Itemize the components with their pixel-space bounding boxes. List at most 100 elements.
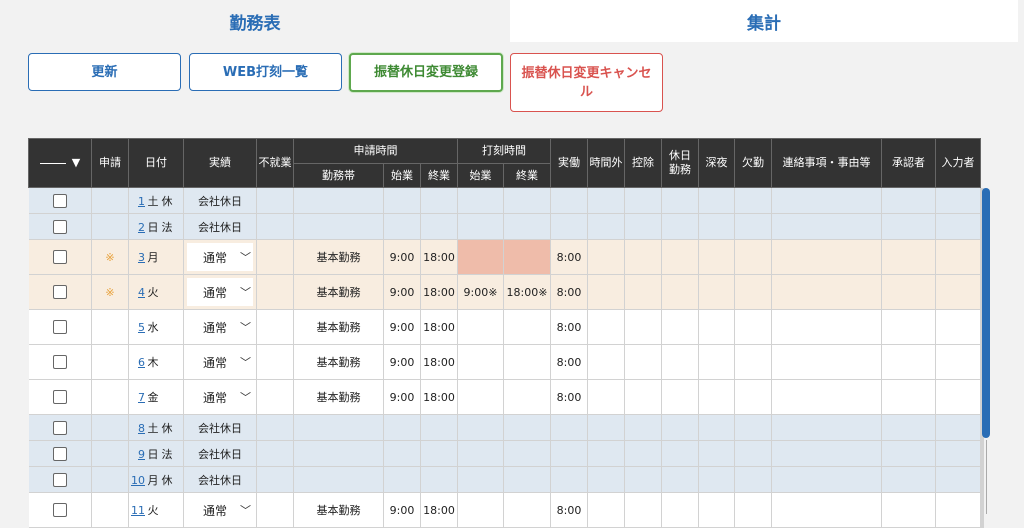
empty-cell — [550, 187, 588, 214]
result-select[interactable]: 通常 ﹀ — [187, 348, 253, 376]
row-checkbox[interactable] — [52, 420, 67, 435]
empty-cell — [457, 440, 504, 467]
actual-cell: 8:00 — [550, 239, 588, 275]
empty-cell — [624, 466, 662, 493]
punch-end-cell — [503, 344, 551, 380]
empty-cell — [771, 213, 882, 240]
header-end: 終業 — [420, 163, 458, 188]
day-link[interactable]: 9 — [129, 448, 145, 461]
row-checkbox[interactable] — [52, 320, 67, 334]
empty-cell — [771, 309, 882, 345]
register-substitute-holiday-button[interactable]: 振替休日変更登録 — [349, 53, 503, 92]
empty-cell — [734, 309, 772, 345]
table-row: 8 土休会社休日 — [28, 414, 984, 441]
row-checkbox[interactable] — [52, 390, 67, 404]
empty-cell — [624, 492, 662, 528]
result-cell: 通常 ﹀ — [183, 274, 257, 310]
chevron-down-icon[interactable]: ▼ — [72, 156, 80, 169]
web-punch-list-button[interactable]: WEB打刻一覧 — [189, 53, 342, 91]
empty-cell — [734, 492, 772, 528]
scrollbar-thumb[interactable] — [982, 188, 990, 438]
day-link[interactable]: 4 — [129, 286, 145, 299]
day-of-week: 火 — [147, 504, 159, 517]
empty-cell — [256, 213, 294, 240]
result-cell: 会社休日 — [183, 213, 257, 240]
header-apply: 申請 — [91, 138, 129, 188]
header-actual: 実働 — [550, 138, 588, 188]
empty-cell — [587, 213, 625, 240]
empty-cell — [587, 344, 625, 380]
day-link[interactable]: 5 — [129, 321, 145, 334]
punch-start-cell — [457, 309, 504, 345]
tab-shukei[interactable]: 集計 — [510, 0, 1018, 42]
punch-start-cell — [457, 344, 504, 380]
empty-cell — [383, 414, 421, 441]
day-link[interactable]: 1 — [129, 195, 145, 208]
empty-cell — [771, 379, 882, 415]
empty-cell — [550, 440, 588, 467]
empty-cell — [734, 414, 772, 441]
empty-cell — [698, 187, 735, 214]
result-cell: 通常 ﹀ — [183, 239, 257, 275]
empty-cell — [457, 414, 504, 441]
day-link[interactable]: 3 — [129, 251, 145, 264]
day-link[interactable]: 8 — [129, 422, 145, 435]
chevron-down-icon: ﹀ — [240, 356, 251, 369]
work-band-cell: 基本勤務 — [293, 309, 384, 345]
empty-cell — [503, 440, 551, 467]
empty-cell — [457, 213, 504, 240]
day-link[interactable]: 6 — [129, 356, 145, 369]
row-checkbox[interactable] — [52, 250, 67, 264]
row-checkbox-cell — [28, 379, 92, 415]
empty-cell — [256, 440, 294, 467]
empty-cell — [881, 187, 936, 214]
result-select[interactable]: 通常 ﹀ — [187, 243, 253, 271]
result-select[interactable]: 通常 ﹀ — [187, 278, 253, 306]
day-link[interactable]: 7 — [129, 391, 145, 404]
result-cell: 会社休日 — [183, 466, 257, 493]
empty-cell — [881, 466, 936, 493]
row-checkbox[interactable] — [52, 219, 67, 234]
empty-cell — [771, 239, 882, 275]
result-select[interactable]: 通常 ﹀ — [187, 496, 253, 524]
empty-cell — [935, 466, 981, 493]
result-select[interactable]: 通常 ﹀ — [187, 313, 253, 341]
row-checkbox[interactable] — [52, 193, 67, 208]
day-link[interactable]: 2 — [129, 221, 145, 234]
table-row: 1 土休会社休日 — [28, 187, 984, 214]
result-select[interactable]: 通常 ﹀ — [187, 383, 253, 411]
empty-cell — [293, 213, 384, 240]
apply-cell: ※ — [91, 274, 129, 310]
holiday-type: 休 — [161, 421, 173, 435]
tab-kinmuhyo[interactable]: 勤務表 — [0, 0, 510, 42]
row-checkbox[interactable] — [52, 503, 67, 517]
row-checkbox[interactable] — [52, 472, 67, 487]
day-link[interactable]: 11 — [129, 504, 145, 517]
empty-cell — [698, 344, 735, 380]
row-checkbox[interactable] — [52, 446, 67, 461]
empty-cell — [661, 309, 699, 345]
day-of-week: 日 — [147, 220, 159, 234]
empty-cell — [587, 440, 625, 467]
row-checkbox[interactable] — [52, 355, 67, 369]
apply-cell — [91, 414, 129, 441]
scrollbar-track-line — [986, 440, 987, 514]
empty-cell — [420, 440, 458, 467]
end-cell: 18:00 — [420, 379, 458, 415]
empty-cell — [661, 466, 699, 493]
empty-cell — [771, 187, 882, 214]
row-checkbox[interactable] — [52, 285, 67, 299]
header-absence: 欠勤 — [734, 138, 772, 188]
punch-end-cell — [503, 379, 551, 415]
apply-cell — [91, 344, 129, 380]
cancel-substitute-holiday-button[interactable]: 振替休日変更キャンセ ル — [510, 53, 663, 112]
empty-cell — [734, 440, 772, 467]
empty-cell — [293, 440, 384, 467]
empty-cell — [935, 492, 981, 528]
empty-cell — [550, 466, 588, 493]
day-link[interactable]: 10 — [129, 474, 145, 487]
empty-cell — [624, 344, 662, 380]
empty-cell — [293, 414, 384, 441]
filter-header[interactable]: ▼ — [28, 138, 92, 188]
update-button[interactable]: 更新 — [28, 53, 181, 91]
